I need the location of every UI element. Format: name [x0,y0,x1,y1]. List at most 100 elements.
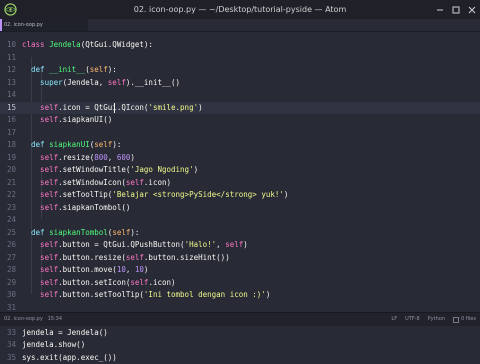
code-token: class [22,40,49,49]
code-token: jendela = Jendela() [22,328,108,337]
minimize-icon [436,6,444,14]
git-files[interactable]: 0 files [453,313,476,326]
code-token: .icon) [148,278,175,287]
code-text: self.button.setIcon(self.icon) [22,277,176,290]
code-token: self [22,178,58,187]
code-line[interactable]: 12 def __init__(self): [0,64,480,77]
code-line[interactable]: 11 [0,52,480,65]
line-number: 28 [0,264,16,277]
active-tab-indicator [0,19,2,31]
code-line[interactable]: 35 sys.exit(app.exec_()) [0,352,480,364]
title-bar: 02. icon-oop.py — ~/Desktop/tutorial-pys… [0,0,480,19]
code-line[interactable]: 33 jendela = Jendela() [0,327,480,340]
code-line[interactable]: 19 self.resize(800, 600) [0,152,480,165]
code-line[interactable]: 17 [0,127,480,140]
line-number: 33 [0,327,16,340]
code-line[interactable]: 27 self.button.resize(self.button.sizeHi… [0,252,480,265]
tab-icon-oop[interactable]: 02. icon-oop.py [0,19,88,31]
code-text: sys.exit(app.exec_()) [22,352,117,364]
line-number: 17 [0,127,16,140]
code-text: self.resize(800, 600) [22,152,135,165]
code-token: 'Jago Ngoding' [130,165,193,174]
code-token: , [108,153,117,162]
line-number: 24 [0,214,16,227]
code-token: ): [108,65,117,74]
code-token: self [90,65,108,74]
code-line[interactable]: 21 self.setWindowIcon(self.icon) [0,177,480,190]
code-line[interactable]: 23 self.siapkanTombol() [0,202,480,215]
code-token: self [22,165,58,174]
code-text: jendela = Jendela() [22,327,108,340]
code-line[interactable]: 26 self.button = QtGui.QPushButton('Halo… [0,239,480,252]
line-number: 19 [0,152,16,165]
code-token: ) [284,190,289,199]
line-ending[interactable]: LF [391,313,397,326]
code-text: self.setToolTip('Belajar <strong>PySide<… [22,189,288,202]
code-editor[interactable]: 10class Jendela(QtGui.QWidget):1112 def … [0,32,480,312]
code-token: .button.move( [58,265,117,274]
minimize-button[interactable] [432,0,448,19]
file-encoding[interactable]: UTF-8 [405,313,420,326]
code-token: .button.setToolTip( [58,290,144,299]
status-file[interactable]: 02. icon-oop.py [4,316,43,322]
scrollbar[interactable] [474,32,480,312]
code-token: (Jendela, [63,78,108,87]
code-text: def siapkanTombol(self): [22,227,139,240]
grammar-selector[interactable]: Python [428,313,445,326]
file-icon [453,317,459,323]
line-number: 15 [0,102,16,115]
code-token: .icon = QtGui.QIcon( [58,103,148,112]
code-line[interactable]: 24 [0,214,480,227]
code-token: 600 [117,153,131,162]
code-token: ) [266,290,271,299]
line-number: 13 [0,77,16,90]
code-token: 'Belajar <strong>PySide</strong> yuk!' [112,190,284,199]
code-line[interactable]: 20 self.setWindowTitle('Jago Ngoding') [0,164,480,177]
code-token: ): [130,228,139,237]
code-line[interactable]: 30 self.button.setToolTip('Ini tombol de… [0,289,480,302]
code-token: .resize( [58,153,94,162]
window-title: 02. icon-oop.py — ~/Desktop/tutorial-pys… [134,5,347,14]
cursor-position[interactable]: 15:34 [48,316,62,322]
code-text: class Jendela(QtGui.QWidget): [22,39,153,52]
close-button[interactable] [464,0,480,19]
code-line[interactable]: 28 self.button.move(10, 10) [0,264,480,277]
tab-label: 02. icon-oop.py [4,22,43,28]
code-text: self.setWindowIcon(self.icon) [22,177,171,190]
close-icon [468,6,476,14]
code-text: self.button = QtGui.QPushButton('Halo!',… [22,239,248,252]
code-token: .setWindowIcon( [58,178,126,187]
code-line[interactable]: 18 def siapkanUI(self): [0,139,480,152]
code-token: def [22,65,49,74]
code-line[interactable]: 13 super(Jendela, self).__init__() [0,77,480,90]
code-token: self [126,178,144,187]
code-token: ) [144,265,149,274]
line-number: 23 [0,202,16,215]
window-controls [432,0,480,19]
code-token: jendela.show() [22,340,85,349]
atom-logo-icon [4,3,17,16]
code-line[interactable]: 29 self.button.setIcon(self.icon) [0,277,480,290]
code-token: 'smile.png' [148,103,198,112]
code-token: self [126,253,144,262]
code-text: self.siapkanUI() [22,114,112,127]
code-line[interactable]: 25 def siapkanTombol(self): [0,227,480,240]
code-line[interactable]: 16 self.siapkanUI() [0,114,480,127]
maximize-button[interactable] [448,0,464,19]
code-token: self [22,153,58,162]
files-count: 0 files [461,313,476,326]
code-line[interactable]: 34jendela.show() [0,339,480,352]
code-line[interactable]: 15 self.icon = QtGui.QIcon('smile.png') [0,102,480,115]
code-token: , [126,265,135,274]
code-line[interactable]: 22 self.setToolTip('Belajar <strong>PySi… [0,189,480,202]
code-line[interactable]: 14 [0,89,480,102]
code-token: self [22,240,58,249]
line-number: 22 [0,189,16,202]
code-token: self [130,278,148,287]
line-number: 35 [0,352,16,364]
line-number: 16 [0,114,16,127]
code-token: .setToolTip( [58,190,112,199]
code-line[interactable]: 10class Jendela(QtGui.QWidget): [0,39,480,52]
code-text: self.button.setToolTip('Ini tombol denga… [22,289,270,302]
code-token: .button = QtGui.QPushButton( [58,240,184,249]
